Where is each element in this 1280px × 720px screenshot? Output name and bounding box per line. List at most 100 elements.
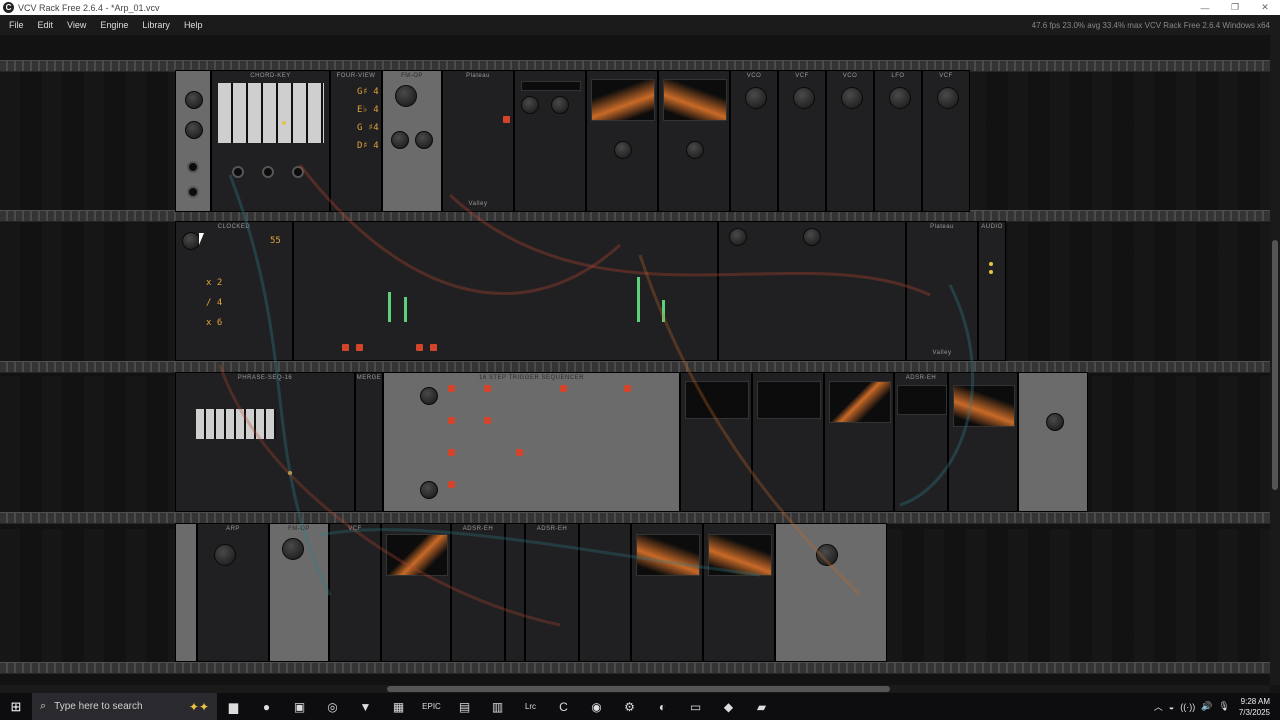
vertical-scroll-thumb[interactable] bbox=[1272, 240, 1278, 490]
discord-icon[interactable]: ◐ bbox=[646, 693, 679, 720]
module-trigger-sequencer[interactable]: 16 STEP TRIGGER SEQUENCER bbox=[383, 372, 680, 512]
module-sequencer[interactable] bbox=[718, 221, 906, 361]
module-lfo[interactable]: LFO bbox=[874, 70, 922, 212]
menu-engine[interactable]: Engine bbox=[93, 20, 135, 30]
module-plateau[interactable]: Plateau Valley bbox=[906, 221, 978, 361]
horizontal-scrollbar[interactable] bbox=[0, 685, 1270, 693]
step-button[interactable] bbox=[516, 449, 523, 456]
module-vcf[interactable]: VCF bbox=[778, 70, 826, 212]
module-vcf[interactable]: VCF bbox=[329, 523, 381, 662]
knob[interactable] bbox=[420, 387, 438, 405]
close-button[interactable]: ✕ bbox=[1250, 0, 1280, 15]
module-mixer-strip[interactable] bbox=[175, 70, 211, 212]
module-oscilloscope[interactable] bbox=[752, 372, 824, 512]
chart-app-icon[interactable]: ▥ bbox=[481, 693, 514, 720]
module-audio[interactable]: AUDIO bbox=[978, 221, 1006, 361]
jack[interactable] bbox=[262, 166, 274, 178]
menu-edit[interactable]: Edit bbox=[31, 20, 61, 30]
knob[interactable] bbox=[420, 481, 438, 499]
knob[interactable] bbox=[1046, 413, 1064, 431]
jack[interactable] bbox=[187, 186, 199, 198]
minimize-button[interactable]: — bbox=[1190, 0, 1220, 15]
rack-workspace[interactable]: CHORD-KEY FOUR-VIEW G♯ 4 E♭ 4 G ♯4 D♯ 4 … bbox=[0, 35, 1270, 685]
step-button[interactable] bbox=[484, 385, 491, 392]
module-plateau[interactable]: Plateau Valley bbox=[442, 70, 514, 212]
clock[interactable]: 9:28 AM 7/3/2025 bbox=[1233, 696, 1280, 718]
brave-browser-icon[interactable]: ▼ bbox=[349, 693, 382, 720]
module-merge[interactable]: MERGE bbox=[355, 372, 383, 512]
module-filter-scope[interactable] bbox=[381, 523, 451, 662]
module-filter-scope[interactable] bbox=[658, 70, 730, 212]
jack[interactable] bbox=[292, 166, 304, 178]
step-button[interactable] bbox=[560, 385, 567, 392]
tray-app-icon[interactable]: ◒ bbox=[1166, 702, 1177, 712]
knob[interactable] bbox=[391, 131, 409, 149]
module-mixer-light[interactable] bbox=[775, 523, 887, 662]
module-mixer[interactable] bbox=[293, 221, 718, 361]
knob[interactable] bbox=[729, 228, 747, 246]
vcv-rack-taskbar-icon[interactable]: ◎ bbox=[316, 693, 349, 720]
network-icon[interactable]: ((·)) bbox=[1177, 702, 1198, 712]
jack[interactable] bbox=[187, 161, 199, 173]
knob[interactable] bbox=[841, 87, 863, 109]
knob[interactable] bbox=[521, 96, 539, 114]
knob[interactable] bbox=[745, 87, 767, 109]
steam-icon[interactable]: ⚙ bbox=[613, 693, 646, 720]
knob[interactable] bbox=[214, 544, 236, 566]
module-oscilloscope[interactable] bbox=[680, 372, 752, 512]
knob[interactable] bbox=[185, 91, 203, 109]
module-utility-strip[interactable] bbox=[175, 523, 197, 662]
knob[interactable] bbox=[816, 544, 838, 566]
keyboard-display[interactable] bbox=[196, 409, 276, 439]
vertical-scrollbar[interactable] bbox=[1270, 35, 1280, 685]
module-phrase-seq[interactable]: PHRASE-SEQ-16 bbox=[175, 372, 355, 512]
menu-help[interactable]: Help bbox=[177, 20, 210, 30]
module-envelope-scope[interactable] bbox=[824, 372, 894, 512]
module-vcf[interactable]: VCF bbox=[922, 70, 970, 212]
module-blank[interactable] bbox=[505, 523, 525, 662]
keyboard-display[interactable] bbox=[218, 83, 324, 143]
epic-games-icon[interactable]: EPIC bbox=[415, 693, 448, 720]
knob[interactable] bbox=[889, 87, 911, 109]
module-chord-key[interactable]: CHORD-KEY bbox=[211, 70, 330, 212]
step-button[interactable] bbox=[484, 417, 491, 424]
menu-view[interactable]: View bbox=[60, 20, 93, 30]
spotify-icon[interactable]: ● bbox=[250, 693, 283, 720]
tray-overflow-icon[interactable]: ︿ bbox=[1151, 700, 1166, 713]
image-app-icon[interactable]: ▤ bbox=[448, 693, 481, 720]
menu-file[interactable]: File bbox=[0, 20, 31, 30]
knob[interactable] bbox=[282, 538, 304, 560]
step-button[interactable] bbox=[448, 417, 455, 424]
module-vco[interactable]: VCO bbox=[730, 70, 778, 212]
knob[interactable] bbox=[803, 228, 821, 246]
module-four-view[interactable]: FOUR-VIEW G♯ 4 E♭ 4 G ♯4 D♯ 4 bbox=[330, 70, 382, 212]
start-button[interactable]: ⊞ bbox=[0, 693, 32, 720]
step-button[interactable] bbox=[448, 385, 455, 392]
jack[interactable] bbox=[232, 166, 244, 178]
game-app-icon[interactable]: ◆ bbox=[712, 693, 745, 720]
microphone-icon[interactable]: 🎙 bbox=[1215, 701, 1232, 712]
module-utility[interactable] bbox=[1018, 372, 1088, 512]
step-button[interactable] bbox=[448, 449, 455, 456]
maximize-button[interactable]: ❐ bbox=[1220, 0, 1250, 15]
module-vco[interactable]: VCO bbox=[826, 70, 874, 212]
module-clocked[interactable]: CLOCKED 55 x 2 / 4 x 6 bbox=[175, 221, 293, 361]
app-grid-icon[interactable]: ▦ bbox=[382, 693, 415, 720]
knob[interactable] bbox=[395, 85, 417, 107]
file-explorer-icon[interactable]: ▆ bbox=[217, 693, 250, 720]
window-app-icon[interactable]: ▭ bbox=[679, 693, 712, 720]
step-button[interactable] bbox=[448, 481, 455, 488]
knob[interactable] bbox=[415, 131, 433, 149]
knob[interactable] bbox=[793, 87, 815, 109]
lrc-app-icon[interactable]: Lrc bbox=[514, 693, 547, 720]
step-button[interactable] bbox=[624, 385, 631, 392]
recorder-icon[interactable]: ▣ bbox=[283, 693, 316, 720]
menu-library[interactable]: Library bbox=[135, 20, 177, 30]
module-filter-scope[interactable] bbox=[948, 372, 1018, 512]
module-arp[interactable]: ARP bbox=[197, 523, 269, 662]
module-sequencer-small[interactable] bbox=[514, 70, 586, 212]
knob[interactable] bbox=[686, 141, 704, 159]
module-filter-scope[interactable] bbox=[631, 523, 703, 662]
module-filter-scope[interactable] bbox=[586, 70, 658, 212]
knob[interactable] bbox=[182, 232, 200, 250]
